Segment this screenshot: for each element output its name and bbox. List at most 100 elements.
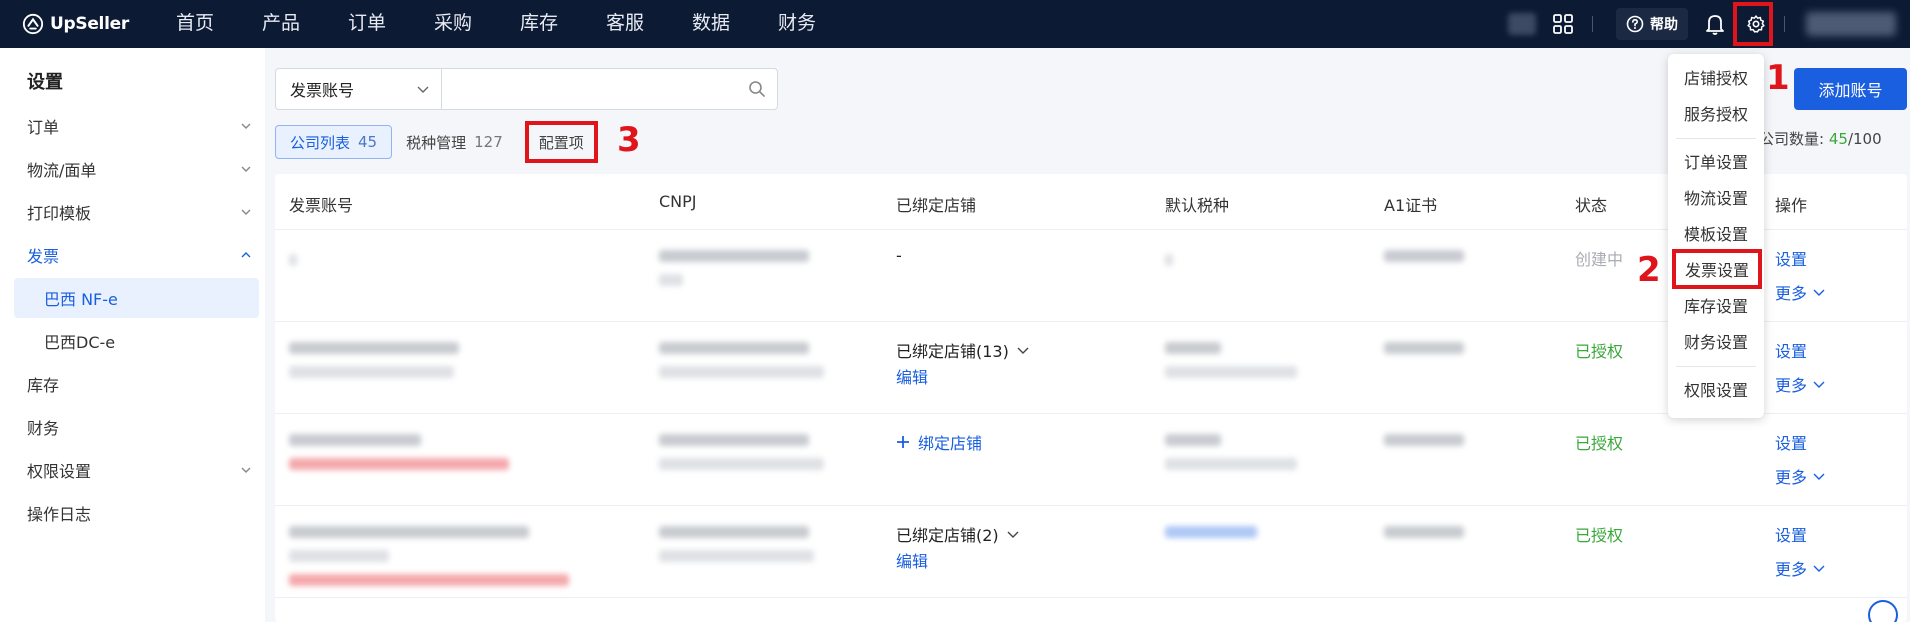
blurred-tax: [1165, 342, 1297, 378]
more-label: 更多: [1775, 284, 1808, 303]
chevron-down-icon: [241, 166, 251, 172]
divider: [1592, 16, 1593, 32]
blurred-cnpj: [659, 526, 814, 562]
edit-bound-stores-link[interactable]: 编辑: [896, 548, 928, 572]
blurred-certificate: [1384, 250, 1464, 262]
add-account-button[interactable]: 添加账号: [1794, 68, 1907, 110]
sidebar-item-permissions[interactable]: 权限设置: [14, 450, 259, 490]
nav-item-purchase[interactable]: 采购: [410, 0, 496, 48]
bind-store-button[interactable]: 绑定店铺: [896, 430, 982, 454]
bell-icon[interactable]: [1704, 12, 1726, 36]
menu-item-service-auth[interactable]: 服务授权: [1668, 98, 1764, 128]
table-header: 发票账号 CNPJ 已绑定店铺 默认税种 A1证书 状态 操作: [275, 174, 1907, 230]
tab-config[interactable]: 配置项: [524, 121, 598, 163]
table-row: - 创建中 设置 更多: [275, 230, 1907, 322]
chevron-down-icon: [1813, 289, 1825, 296]
status-badge: 已授权: [1575, 434, 1624, 453]
chevron-down-icon: [1007, 531, 1019, 538]
plus-icon: [897, 436, 909, 448]
bound-stores-dropdown[interactable]: 已绑定店铺(2): [896, 522, 1019, 546]
menu-item-template-settings[interactable]: 模板设置: [1668, 218, 1764, 248]
column-header: 已绑定店铺: [896, 196, 977, 215]
upseller-logo[interactable]: UpSeller: [22, 12, 129, 36]
menu-item-store-auth[interactable]: 店铺授权: [1668, 62, 1764, 92]
row-settings-link[interactable]: 设置: [1775, 246, 1807, 270]
blurred-certificate: [1384, 526, 1464, 538]
annotation-number: 1: [1766, 58, 1790, 98]
search-button[interactable]: [737, 69, 777, 109]
tab-label: 配置项: [538, 133, 584, 152]
menu-item-permission-settings[interactable]: 权限设置: [1668, 374, 1764, 404]
edit-bound-stores-link[interactable]: 编辑: [896, 364, 928, 388]
user-account-blurred[interactable]: [1806, 12, 1896, 36]
settings-sidebar: 设置 订单 物流/面单 打印模板 发票 巴西 NF-e 巴西DC-e 库存 财务…: [0, 48, 265, 622]
menu-divider: [1676, 138, 1756, 139]
row-more-menu[interactable]: 更多: [1775, 372, 1825, 396]
sidebar-item-invoice[interactable]: 发票: [14, 235, 259, 275]
brand-name: UpSeller: [50, 14, 129, 34]
quota-label: 公司数量:: [1759, 130, 1825, 148]
search-field-select[interactable]: 发票账号: [276, 69, 442, 109]
menu-item-finance-settings[interactable]: 财务设置: [1668, 326, 1764, 356]
nav-item-customer-service[interactable]: 客服: [582, 0, 668, 48]
chevron-down-icon: [241, 467, 251, 473]
apps-grid-icon[interactable]: [1552, 13, 1574, 35]
menu-item-order-settings[interactable]: 订单设置: [1668, 146, 1764, 176]
status-badge: 已授权: [1575, 526, 1624, 545]
chevron-down-icon: [417, 86, 429, 93]
blurred-cnpj: [659, 434, 824, 470]
help-label: 帮助: [1650, 17, 1678, 33]
sidebar-item-inventory[interactable]: 库存: [14, 364, 259, 404]
nav-item-home[interactable]: 首页: [152, 0, 238, 48]
bound-stores-dropdown[interactable]: 已绑定店铺(13): [896, 338, 1029, 362]
sidebar-item-label: 巴西 NF-e: [44, 290, 118, 309]
help-icon: [1626, 15, 1644, 33]
help-button[interactable]: 帮助: [1616, 8, 1688, 40]
row-settings-link[interactable]: 设置: [1775, 522, 1807, 546]
chevron-up-icon: [241, 252, 251, 258]
customer-support-icon[interactable]: [1868, 600, 1898, 622]
row-more-menu[interactable]: 更多: [1775, 280, 1825, 304]
column-header: A1证书: [1384, 196, 1438, 215]
chevron-down-icon: [241, 209, 251, 215]
menu-divider: [1676, 366, 1756, 367]
nav-item-finance[interactable]: 财务: [754, 0, 840, 48]
tab-company-list[interactable]: 公司列表 45: [275, 125, 393, 159]
sidebar-item-finance[interactable]: 财务: [14, 407, 259, 447]
nav-item-products[interactable]: 产品: [238, 0, 324, 48]
sidebar-item-logistics[interactable]: 物流/面单: [14, 149, 259, 189]
quota-used: 45: [1828, 130, 1848, 148]
settings-dropdown-menu: 店铺授权 服务授权 订单设置 物流设置 模板设置 发票设置 库存设置 财务设置 …: [1668, 54, 1764, 418]
blurred-cnpj: [659, 250, 809, 286]
bound-stores-count: 已绑定店铺(2): [896, 526, 999, 545]
status-badge: 创建中: [1575, 250, 1624, 269]
tab-tax-management[interactable]: 税种管理 127: [392, 125, 517, 159]
sidebar-item-brazil-dce[interactable]: 巴西DC-e: [14, 321, 259, 361]
sidebar-item-operation-log[interactable]: 操作日志: [14, 493, 259, 533]
sidebar-item-print-templates[interactable]: 打印模板: [14, 192, 259, 232]
tab-count: 45: [358, 133, 378, 151]
main-nav: 首页 产品 订单 采购 库存 客服 数据 财务: [152, 0, 840, 48]
bind-store-label: 绑定店铺: [918, 434, 983, 453]
sidebar-item-brazil-nfe[interactable]: 巴西 NF-e: [14, 278, 259, 318]
row-more-menu[interactable]: 更多: [1775, 464, 1825, 488]
nav-item-data[interactable]: 数据: [668, 0, 754, 48]
sidebar-item-orders[interactable]: 订单: [14, 106, 259, 146]
menu-item-inventory-settings[interactable]: 库存设置: [1668, 290, 1764, 320]
top-navigation-bar: UpSeller 首页 产品 订单 采购 库存 客服 数据 财务 帮助: [0, 0, 1910, 48]
row-settings-link[interactable]: 设置: [1775, 338, 1807, 362]
column-header: 操作: [1775, 196, 1808, 215]
search-input[interactable]: [442, 69, 737, 109]
menu-item-invoice-settings[interactable]: 发票设置: [1672, 249, 1762, 289]
nav-item-inventory[interactable]: 库存: [496, 0, 582, 48]
chevron-down-icon: [241, 123, 251, 129]
nav-item-orders[interactable]: 订单: [324, 0, 410, 48]
upseller-logo-icon: [22, 13, 44, 35]
blurred-tax: [1165, 254, 1173, 266]
gear-highlight-box: [1733, 2, 1773, 46]
row-settings-link[interactable]: 设置: [1775, 430, 1807, 454]
menu-item-logistics-settings[interactable]: 物流设置: [1668, 182, 1764, 212]
tab-label: 税种管理: [406, 133, 467, 152]
row-more-menu[interactable]: 更多: [1775, 556, 1825, 580]
tab-count: 127: [474, 133, 503, 151]
